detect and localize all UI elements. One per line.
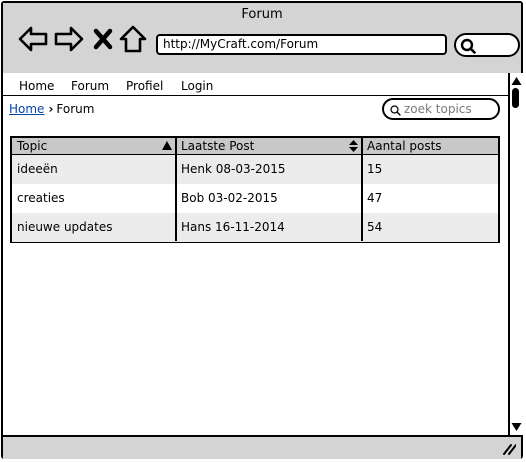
status-bar xyxy=(3,435,521,459)
browser-window: Forum http://MyCraft.com/Forum Home Foru… xyxy=(1,1,523,459)
table-row[interactable]: nieuwe updates Hans 16-11-2014 54 xyxy=(12,213,498,242)
table-row[interactable]: creaties Bob 03-02-2015 47 xyxy=(12,184,498,213)
column-divider xyxy=(175,138,177,241)
home-icon[interactable] xyxy=(119,24,147,54)
close-x-icon[interactable] xyxy=(91,27,115,51)
url-field[interactable]: http://MyCraft.com/Forum xyxy=(156,34,447,55)
column-divider xyxy=(361,138,363,241)
browser-search-field[interactable] xyxy=(454,33,520,57)
back-arrow-icon[interactable] xyxy=(17,23,49,55)
topic-search-input[interactable] xyxy=(404,102,494,116)
breadcrumb: Home › Forum xyxy=(9,102,94,116)
cell-post-count: 47 xyxy=(367,191,383,205)
column-header-label: Laatste Post xyxy=(181,139,255,153)
scrollbar-thumb[interactable] xyxy=(512,88,519,108)
cell-topic: creaties xyxy=(17,191,65,205)
scroll-up-arrow-icon[interactable] xyxy=(511,76,522,86)
column-header-topic[interactable]: Topic xyxy=(12,138,176,154)
breadcrumb-current: Forum xyxy=(56,102,95,116)
sort-toggle-icon xyxy=(349,140,358,152)
scroll-down-arrow-icon[interactable] xyxy=(511,422,522,432)
cell-topic: nieuwe updates xyxy=(17,220,113,234)
cell-last-post: Hans 16-11-2014 xyxy=(181,220,285,234)
menu-item-login[interactable]: Login xyxy=(181,79,213,93)
vertical-scrollbar[interactable] xyxy=(508,73,523,435)
column-header-aantal-posts[interactable]: Aantal posts xyxy=(362,138,498,154)
resize-grip-icon[interactable] xyxy=(502,443,516,455)
cell-post-count: 54 xyxy=(367,220,383,234)
window-title: Forum xyxy=(241,7,283,22)
search-icon xyxy=(390,105,401,116)
cell-post-count: 15 xyxy=(367,162,383,176)
topic-search-field[interactable] xyxy=(382,98,500,120)
topics-table: Topic Laatste Post Aantal posts ideeën H… xyxy=(10,136,500,243)
cell-last-post: Bob 03-02-2015 xyxy=(181,191,278,205)
sort-ascending-icon xyxy=(162,141,172,150)
menu-bar: Home Forum Profiel Login xyxy=(3,73,508,96)
column-header-laatste-post[interactable]: Laatste Post xyxy=(176,138,362,154)
menu-item-home[interactable]: Home xyxy=(19,79,54,93)
table-row[interactable]: ideeën Henk 08-03-2015 15 xyxy=(12,155,498,184)
chevron-right-icon: › xyxy=(48,102,54,116)
column-header-label: Topic xyxy=(17,139,48,153)
forward-arrow-icon[interactable] xyxy=(53,23,85,55)
breadcrumb-home-link[interactable]: Home xyxy=(9,102,44,116)
menu-item-forum[interactable]: Forum xyxy=(71,79,109,93)
column-header-label: Aantal posts xyxy=(367,139,442,153)
cell-topic: ideeën xyxy=(17,162,58,176)
cell-last-post: Henk 08-03-2015 xyxy=(181,162,286,176)
table-header: Topic Laatste Post Aantal posts xyxy=(12,138,498,155)
browser-titlebar: Forum http://MyCraft.com/Forum xyxy=(3,3,521,75)
menu-item-profiel[interactable]: Profiel xyxy=(126,79,163,93)
search-icon xyxy=(460,38,476,54)
